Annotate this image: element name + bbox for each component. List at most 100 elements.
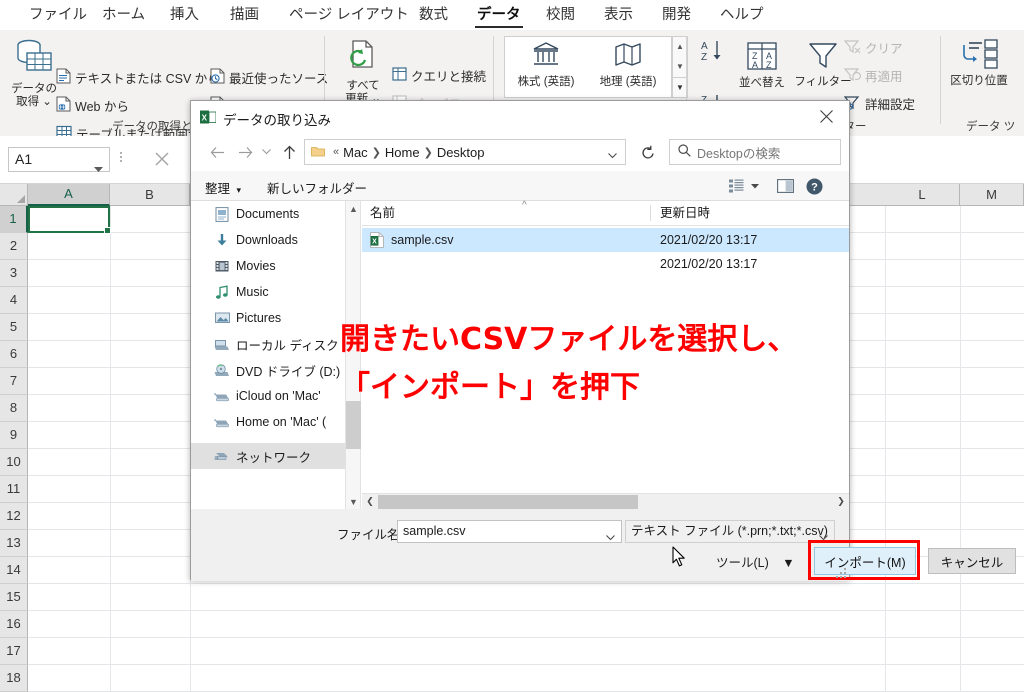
from-text-csv-button[interactable]: テキストまたは CSV から <box>56 68 220 87</box>
row-header-17[interactable]: 17 <box>0 638 28 665</box>
recent-locations-chevron-down-icon[interactable] <box>258 140 274 164</box>
view-chevron-down-icon[interactable] <box>748 175 762 197</box>
row-header-8[interactable]: 8 <box>0 395 28 422</box>
row-header-2[interactable]: 2 <box>0 233 28 260</box>
view-list-icon[interactable] <box>725 175 747 197</box>
chevron-up-icon[interactable]: ▲ <box>346 201 361 216</box>
row-header-9[interactable]: 9 <box>0 422 28 449</box>
tools-button[interactable]: ツール(L) ▼ <box>716 552 795 571</box>
sidebar-item-downloads[interactable]: Downloads <box>191 227 345 253</box>
recent-sources-button[interactable]: 最近使ったソース <box>210 68 328 87</box>
table-row[interactable]: X sample.csv 2021/02/20 13:17 <box>362 228 849 252</box>
tab-page-layout[interactable]: ページ レイアウト <box>282 3 416 28</box>
close-icon[interactable] <box>803 101 849 132</box>
sidebar-item-pictures[interactable]: Pictures <box>191 305 345 331</box>
chevron-down-icon[interactable] <box>606 527 615 548</box>
filename-input[interactable]: sample.csv <box>397 520 622 543</box>
advanced-filter-button[interactable]: 詳細設定 <box>843 94 915 113</box>
row-header-6[interactable]: 6 <box>0 341 28 368</box>
chevron-up-icon[interactable]: ▲ <box>673 37 687 56</box>
breadcrumb[interactable]: « Mac ❯ Home ❯ Desktop <box>304 139 626 165</box>
from-web-button[interactable]: Web から <box>56 96 129 115</box>
grid-row[interactable] <box>28 584 1024 611</box>
chevron-down-icon[interactable] <box>94 157 103 180</box>
tab-data[interactable]: データ <box>470 3 528 28</box>
search-input[interactable]: Desktopの検索 <box>669 139 841 165</box>
sidebar-item-dvd-drive[interactable]: DVD ドライブ (D:) <box>191 357 345 383</box>
column-header-a[interactable]: A <box>28 184 110 206</box>
sidebar-item-icloud-on-mac[interactable]: iCloud on 'Mac' <box>191 383 345 409</box>
row-header-10[interactable]: 10 <box>0 449 28 476</box>
sidebar-scrollbar[interactable]: ▲ ▼ <box>346 201 361 509</box>
tab-developer[interactable]: 開発 <box>655 3 698 28</box>
arrow-left-icon[interactable] <box>205 140 229 164</box>
row-header-14[interactable]: 14 <box>0 557 28 584</box>
sidebar-item-music[interactable]: Music <box>191 279 345 305</box>
tab-draw[interactable]: 描画 <box>223 3 266 28</box>
breadcrumb-chevron-down-icon[interactable] <box>608 147 617 162</box>
sidebar-item-home-on-mac[interactable]: Home on 'Mac' ( <box>191 409 345 435</box>
row-header-7[interactable]: 7 <box>0 368 28 395</box>
text-to-columns-button[interactable]: 区切り位置 <box>948 38 1010 88</box>
column-divider[interactable] <box>650 205 651 221</box>
chevron-down-icon[interactable]: ▼ <box>346 494 361 509</box>
row-header-3[interactable]: 3 <box>0 260 28 287</box>
row-header-13[interactable]: 13 <box>0 530 28 557</box>
grid-row[interactable] <box>28 611 1024 638</box>
cancel-edit-icon[interactable] <box>148 146 176 172</box>
column-header-m[interactable]: M <box>960 184 1024 206</box>
new-folder-button[interactable]: 新しいフォルダー <box>267 178 367 197</box>
row-header-15[interactable]: 15 <box>0 584 28 611</box>
refresh-all-button[interactable]: すべて 更新 ⌄ <box>338 38 388 106</box>
breadcrumb-item-mac[interactable]: Mac <box>343 145 368 160</box>
file-list-horizontal-scrollbar[interactable]: ❮ ❯ <box>362 493 849 509</box>
file-type-select[interactable]: テキスト ファイル (*.prn;*.txt;*.csv) <box>625 520 835 543</box>
gallery-more-icon[interactable]: ▼ <box>673 77 687 97</box>
import-button[interactable]: インポート(M) <box>814 547 916 575</box>
sidebar-item-documents[interactable]: Documents <box>191 201 345 227</box>
row-header-18[interactable]: 18 <box>0 665 28 692</box>
breadcrumb-item-home[interactable]: Home <box>385 145 420 160</box>
column-header-b[interactable]: B <box>110 184 190 206</box>
tab-review[interactable]: 校閲 <box>539 3 582 28</box>
geography-button[interactable]: 地理 (英語) <box>590 40 666 89</box>
help-icon[interactable]: ? <box>803 175 825 197</box>
tab-view[interactable]: 表示 <box>597 3 640 28</box>
column-header-l[interactable]: L <box>885 184 960 206</box>
preview-pane-icon[interactable] <box>774 175 796 197</box>
row-header-16[interactable]: 16 <box>0 611 28 638</box>
row-header-5[interactable]: 5 <box>0 314 28 341</box>
stocks-button[interactable]: 株式 (英語) <box>508 40 584 89</box>
arrow-up-icon[interactable] <box>277 140 301 164</box>
table-row[interactable]: 2021/02/20 13:17 <box>362 252 849 276</box>
resize-grip[interactable] <box>836 568 846 578</box>
chevron-down-icon[interactable]: ▼ <box>673 57 687 76</box>
active-cell-a1[interactable] <box>28 206 111 234</box>
sidebar-scroll-thumb[interactable] <box>346 401 361 449</box>
breadcrumb-item-desktop[interactable]: Desktop <box>437 145 485 160</box>
sort-asc-button[interactable]: A Z <box>700 38 728 67</box>
cancel-button[interactable]: キャンセル <box>928 548 1016 574</box>
column-header-name[interactable]: 名前 <box>370 201 395 225</box>
queries-connections-button[interactable]: クエリと接続 <box>392 66 486 85</box>
tab-file[interactable]: ファイル <box>22 3 94 28</box>
arrow-right-icon[interactable] <box>233 140 257 164</box>
tab-insert[interactable]: 挿入 <box>163 3 206 28</box>
tab-formulas[interactable]: 数式 <box>412 3 455 28</box>
get-data-button[interactable]: データの 取得 ⌄ <box>6 38 62 109</box>
sort-button[interactable]: Z A A Z 並べ替え <box>732 40 792 90</box>
row-header-1[interactable]: 1 <box>0 206 28 233</box>
select-all-corner[interactable] <box>0 184 28 206</box>
refresh-icon[interactable] <box>634 139 662 165</box>
organize-button[interactable]: 整理 ▾ <box>205 178 241 197</box>
tab-home[interactable]: ホーム <box>95 3 152 28</box>
chevron-right-icon[interactable]: ❯ <box>833 494 849 509</box>
row-header-4[interactable]: 4 <box>0 287 28 314</box>
grid-row[interactable] <box>28 665 1024 692</box>
chevron-left-icon[interactable]: ❮ <box>362 494 378 509</box>
hscroll-thumb[interactable] <box>378 495 638 509</box>
name-box[interactable]: A1 <box>8 147 110 172</box>
row-header-12[interactable]: 12 <box>0 503 28 530</box>
tab-help[interactable]: ヘルプ <box>713 3 771 28</box>
row-header-11[interactable]: 11 <box>0 476 28 503</box>
